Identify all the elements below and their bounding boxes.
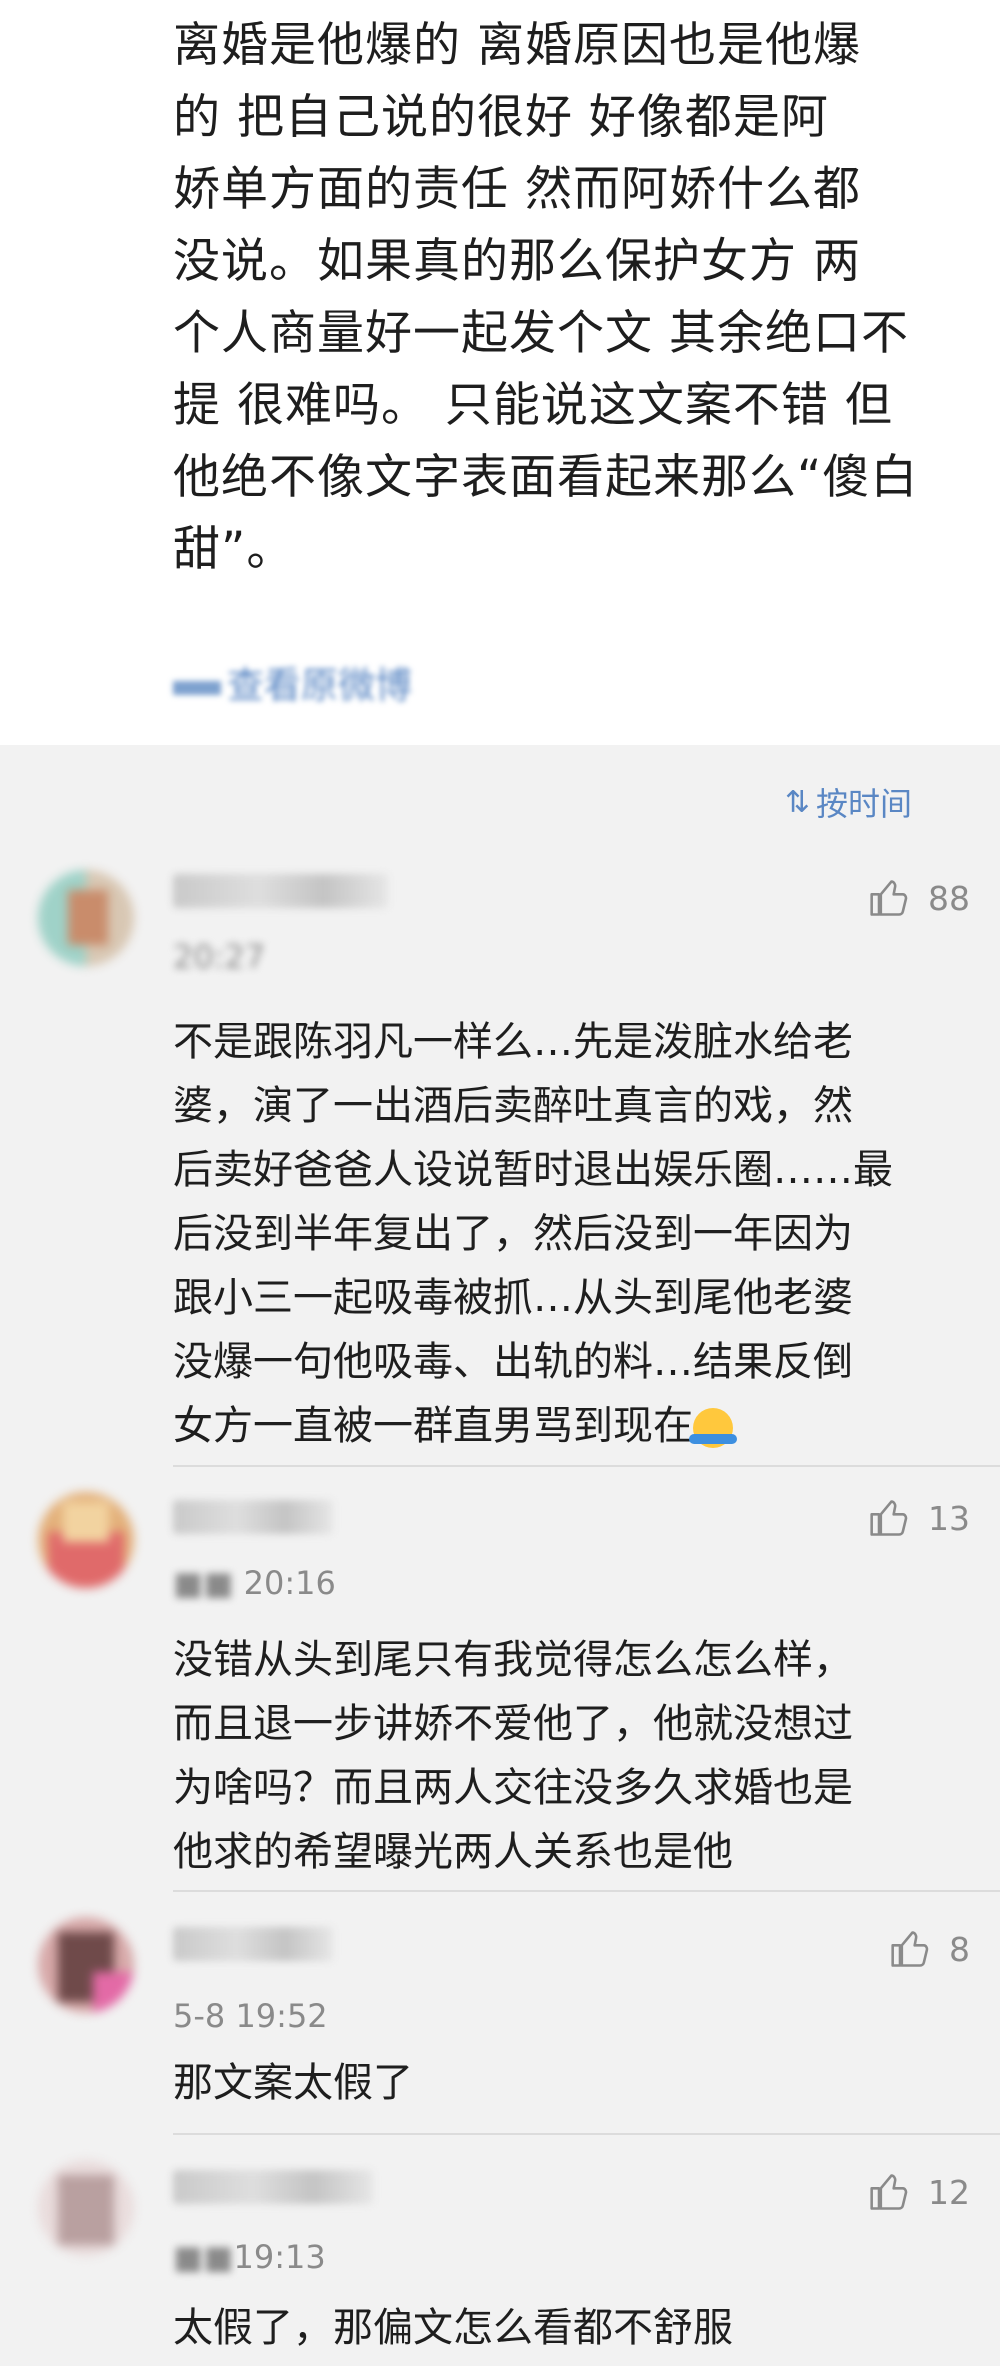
comment-time: 5-8 19:52 [173, 1997, 328, 2035]
divider [173, 1890, 1000, 1892]
like-button[interactable]: 88 [868, 876, 970, 920]
comment-time-value: 19:13 [233, 2238, 326, 2276]
divider [173, 2133, 1000, 2135]
comment-time-value: 20:27 [173, 938, 266, 976]
like-count: 13 [928, 1498, 970, 1538]
post-text: 离婚是他爆的 离婚原因也是他爆 的 把自己说的很好 好像都是阿 娇单方面的责任 … [173, 10, 973, 586]
sort-by-time-button[interactable]: ⇅ 按时间 [785, 779, 912, 825]
avatar[interactable] [38, 2160, 134, 2256]
comment-time: ■■19:13 [173, 2238, 326, 2276]
avatar[interactable] [38, 870, 134, 966]
comment-line: 后没到半年复出了，然后没到一年因为 [173, 1211, 853, 1257]
comment-time-value: 5-8 19:52 [173, 1997, 328, 2035]
comment-line: 女方一直被一群直男骂到现在 [173, 1403, 693, 1449]
original-post: 离婚是他爆的 离婚原因也是他爆 的 把自己说的很好 好像都是阿 娇单方面的责任 … [0, 0, 1000, 745]
comment-line: 没错从头到尾只有我觉得怎么怎么样， [173, 1637, 853, 1683]
post-line: 提 很难吗。 只能说这文案不错 但 [173, 378, 893, 433]
comment-text: 那文案太假了 [173, 2051, 973, 2115]
comment-text: 太假了，那偏文怎么看都不舒服 [173, 2296, 973, 2360]
comment-line: 婆，演了一出酒后卖醉吐真言的戏，然 [173, 1083, 853, 1129]
comment-line: 不是跟陈羽凡一样么…先是泼脏水给老 [173, 1019, 853, 1065]
like-count: 12 [928, 2172, 970, 2212]
sort-time-icon: ⇅ [784, 784, 810, 820]
like-button[interactable]: 13 [868, 1496, 970, 1540]
comment-line: 他求的希望曝光两人关系也是他 [173, 1829, 733, 1875]
comment-text: 不是跟陈羽凡一样么…先是泼脏水给老 婆，演了一出酒后卖醉吐真言的戏，然 后卖好爸… [173, 1010, 973, 1458]
time-prefix-blurred: ■■ [173, 2238, 234, 2276]
thumbs-up-icon [870, 880, 908, 916]
post-line: 甜”。 [173, 522, 295, 577]
post-line: 娇单方面的责任 然而阿娇什么都 [173, 162, 861, 217]
comment-item: 20:27 88 不是跟陈羽凡一样么…先是泼脏水给老 婆，演了一出酒后卖醉吐真言… [0, 860, 1000, 1475]
post-line: 的 把自己说的很好 好像都是阿 [173, 90, 829, 145]
comment-time-value: 20:16 [243, 1564, 336, 1602]
post-line: 离婚是他爆的 离婚原因也是他爆 [173, 18, 861, 73]
thumbs-up-icon [870, 2174, 908, 2210]
blurred-bar [173, 680, 221, 695]
like-button[interactable]: 8 [889, 1927, 970, 1971]
comment-line: 为啥吗？而且两人交往没多久求婚也是 [173, 1765, 853, 1811]
thumbs-up-icon [870, 1500, 908, 1536]
like-count: 88 [928, 878, 970, 918]
username-blurred[interactable] [173, 1500, 333, 1534]
comment-line: 没爆一句他吸毒、出轨的料…结果反倒 [173, 1339, 853, 1385]
comment-line: 跟小三一起吸毒被抓…从头到尾他老婆 [173, 1275, 853, 1321]
post-line: 个人商量好一起发个文 其余绝口不 [173, 306, 909, 361]
like-button[interactable]: 12 [868, 2170, 970, 2214]
comment-item: 5-8 19:52 8 那文案太假了 [0, 1905, 1000, 2135]
view-original-weibo-link[interactable]: 查看原微博 [173, 655, 412, 709]
post-line: 没说。如果真的那么保护女方 两 [173, 234, 861, 289]
shrug-emoji-icon [689, 1408, 737, 1448]
post-line: 他绝不像文字表面看起来那么“傻白 [173, 450, 919, 505]
comment-line: 后卖好爸爸人设说暂时退出娱乐圈……最 [173, 1147, 893, 1193]
comment-item: ■■ 20:16 13 没错从头到尾只有我觉得怎么怎么样， 而且退一步讲娇不爱他… [0, 1480, 1000, 1895]
comment-line: 而且退一步讲娇不爱他了，他就没想过 [173, 1701, 853, 1747]
username-blurred[interactable] [173, 874, 388, 908]
comment-line: 太假了，那偏文怎么看都不舒服 [173, 2305, 733, 2351]
divider [173, 1465, 1000, 1467]
avatar[interactable] [38, 1492, 134, 1588]
comment-item: ■■19:13 12 太假了，那偏文怎么看都不舒服 [0, 2140, 1000, 2366]
comment-time: 20:27 [173, 938, 265, 976]
view-original-label: 查看原微博 [227, 664, 412, 707]
like-count: 8 [949, 1929, 970, 1969]
comment-text: 没错从头到尾只有我觉得怎么怎么样， 而且退一步讲娇不爱他了，他就没想过 为啥吗？… [173, 1628, 973, 1884]
sort-label: 按时间 [815, 785, 912, 823]
avatar[interactable] [38, 1917, 134, 2013]
comment-time: ■■ 20:16 [173, 1564, 336, 1602]
comment-line: 那文案太假了 [173, 2060, 413, 2106]
time-prefix-blurred: ■■ [173, 1564, 234, 1602]
username-blurred[interactable] [173, 1927, 333, 1961]
thumbs-up-icon [891, 1931, 929, 1967]
username-blurred[interactable] [173, 2170, 373, 2204]
